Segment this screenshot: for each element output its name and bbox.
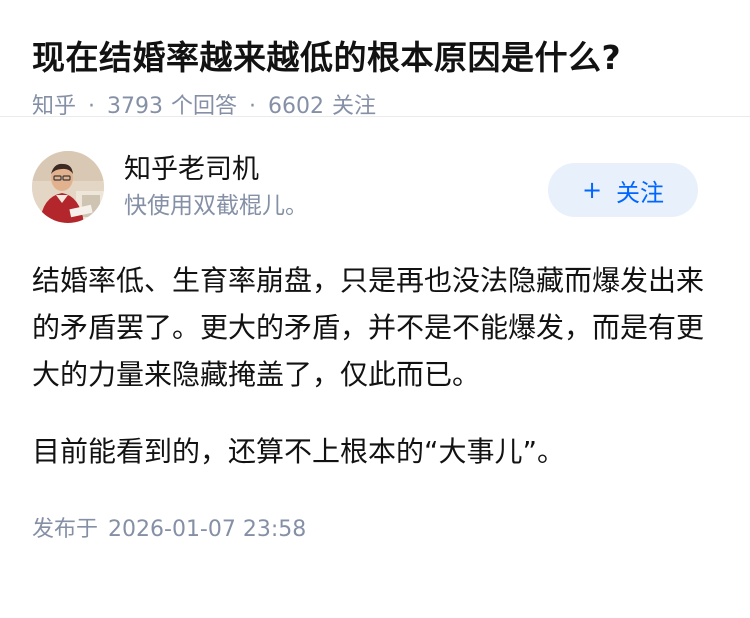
question-title[interactable]: 现在结婚率越来越低的根本原因是什么? bbox=[32, 34, 718, 82]
follow-button-label: 关注 bbox=[616, 178, 665, 207]
answer-card: 知乎老司机 快使用双截棍儿。 + 关注 结婚率低、生育率崩盘，只是再也没法隐藏而… bbox=[0, 151, 750, 545]
answer-content: 结婚率低、生育率崩盘，只是再也没法隐藏而爆发出来的矛盾罢了。更大的矛盾，并不是不… bbox=[32, 257, 718, 475]
answer-count-label: 个回答 bbox=[171, 94, 238, 119]
publish-info: 发布于 2026-01-07 23:58 bbox=[32, 515, 718, 545]
meta-separator: · bbox=[88, 94, 96, 119]
author-row: 知乎老司机 快使用双截棍儿。 + 关注 bbox=[32, 151, 718, 263]
answer-page: 现在结婚率越来越低的根本原因是什么? 知乎 · 3793 个回答 · 6602 关注 bbox=[0, 0, 750, 618]
avatar[interactable] bbox=[32, 151, 104, 223]
author-bio: 快使用双截棍儿。 bbox=[124, 193, 308, 219]
question-header: 现在结婚率越来越低的根本原因是什么? 知乎 · 3793 个回答 · 6602 关注 bbox=[0, 0, 750, 119]
avatar-photo-icon bbox=[32, 151, 104, 223]
author-info: 知乎老司机 快使用双截棍儿。 bbox=[124, 151, 308, 222]
author-name[interactable]: 知乎老司机 bbox=[124, 151, 308, 189]
plus-icon: + bbox=[581, 176, 603, 204]
meta-separator: · bbox=[249, 94, 257, 119]
follower-count-label: 关注 bbox=[332, 94, 377, 119]
publish-time: 2026-01-07 23:58 bbox=[108, 517, 307, 542]
answer-paragraph: 结婚率低、生育率崩盘，只是再也没法隐藏而爆发出来的矛盾罢了。更大的矛盾，并不是不… bbox=[32, 264, 705, 391]
follow-button[interactable]: + 关注 bbox=[548, 163, 698, 217]
answer-paragraph: 目前能看到的，还算不上根本的“大事儿”。 bbox=[32, 435, 566, 468]
question-meta: 知乎 · 3793 个回答 · 6602 关注 bbox=[32, 92, 718, 122]
source-label[interactable]: 知乎 bbox=[32, 94, 76, 119]
publish-label: 发布于 bbox=[32, 517, 99, 542]
answer-count: 3793 bbox=[107, 94, 164, 119]
follower-count: 6602 bbox=[268, 94, 325, 119]
